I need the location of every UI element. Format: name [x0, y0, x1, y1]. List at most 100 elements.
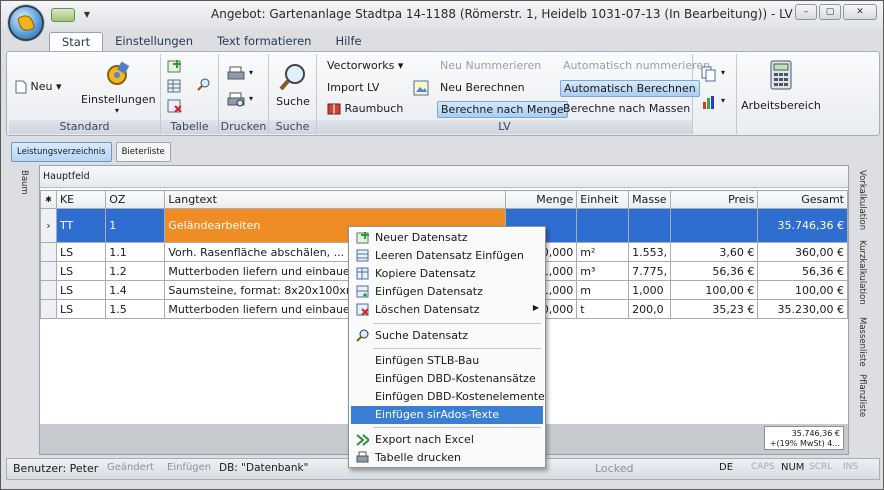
cell-gesamt[interactable]: 56,36 € — [757, 261, 848, 281]
import-lv-button[interactable]: Import LV — [327, 81, 379, 94]
menu-item-suche-datensatz[interactable]: Suche Datensatz — [351, 327, 543, 345]
quick-access-save-icon[interactable] — [51, 8, 75, 22]
cell-einheit[interactable]: m — [576, 280, 630, 300]
cell-gesamt[interactable]: 35.746,36 € — [757, 208, 848, 243]
tab-leistungsverzeichnis[interactable]: Leistungsverzeichnis — [11, 142, 112, 162]
arbeitsbereich-button[interactable]: Arbeitsbereich — [739, 60, 823, 112]
close-button[interactable]: ✕ — [843, 4, 877, 20]
column-header-langtext[interactable]: Langtext — [164, 190, 506, 209]
cell-gesamt[interactable]: 100,00 € — [757, 280, 848, 300]
maximize-button[interactable]: ▢ — [819, 4, 841, 20]
image-import-icon[interactable] — [413, 80, 429, 96]
table-add-icon[interactable] — [167, 58, 183, 74]
tab-text-formatieren[interactable]: Text formatieren — [205, 32, 323, 52]
cell-gesamt[interactable]: 360,00 € — [757, 242, 848, 262]
cell-masse[interactable] — [628, 208, 672, 243]
cell-masse[interactable]: 200,0 — [628, 299, 672, 319]
column-header-masse[interactable]: Masse — [628, 190, 672, 209]
sidebar-tab-pflanzliste[interactable]: Pflanzliste — [857, 374, 867, 417]
column-header-menge[interactable]: Menge — [504, 190, 578, 209]
tab-hilfe[interactable]: Hilfe — [323, 32, 373, 52]
column-header-gesamt[interactable]: Gesamt — [757, 190, 848, 209]
tab-einstellungen[interactable]: Einstellungen — [103, 32, 205, 52]
menu-item-loeschen-datensatz[interactable]: Löschen Datensatz ▶ — [351, 301, 543, 319]
print-dropdown-icon[interactable]: ▾ — [249, 68, 253, 77]
minimize-button[interactable]: – — [795, 4, 817, 20]
menu-item-kopiere-datensatz[interactable]: Kopiere Datensatz — [351, 265, 543, 283]
menu-item-einfuegen-dbd-kostenelemente[interactable]: Einfügen DBD-Kostenelemente — [351, 388, 545, 406]
header-corner[interactable]: ✱ — [40, 190, 57, 209]
row-header[interactable] — [40, 299, 57, 319]
cell-ke[interactable]: LS — [55, 299, 107, 319]
neu-button[interactable]: Neu ▾ — [15, 80, 62, 94]
neu-berechnen-button[interactable]: Neu Berechnen — [440, 81, 525, 94]
menu-item-einfuegen-dbd-kostenansaetze[interactable]: Einfügen DBD-Kostenansätze — [351, 370, 543, 388]
cell-preis[interactable] — [670, 208, 759, 243]
table-search-icon[interactable] — [197, 78, 211, 92]
application-menu-button[interactable] — [8, 5, 44, 41]
color-chart-icon[interactable] — [701, 94, 717, 110]
einstellungen-button[interactable]: Einstellungen ▾ — [81, 60, 156, 115]
sidebar-tab-vorkalkulation[interactable]: Vorkalkulation — [857, 170, 867, 230]
menu-item-tabelle-drucken[interactable]: Tabelle drucken — [351, 449, 543, 467]
cell-oz[interactable]: 1.5 — [105, 299, 166, 319]
sidebar-tab-baum[interactable]: Baum — [19, 170, 29, 195]
menu-item-export-nach-excel[interactable]: Export nach Excel — [351, 431, 543, 449]
cell-einheit[interactable]: t — [576, 299, 630, 319]
table-copy-icon[interactable] — [167, 78, 183, 94]
cell-ke[interactable]: LS — [55, 261, 107, 281]
quick-access-dropdown-icon[interactable]: ▼ — [80, 9, 94, 21]
cell-masse[interactable]: 7.775, — [628, 261, 672, 281]
row-header[interactable] — [40, 261, 57, 281]
cell-einheit[interactable] — [576, 208, 630, 243]
format-copy-dropdown-icon[interactable]: ▾ — [721, 68, 725, 77]
column-header-einheit[interactable]: Einheit — [576, 190, 630, 209]
sidebar-tab-massenliste[interactable]: Massenliste — [857, 317, 867, 367]
berechne-nach-massen-button[interactable]: Berechne nach Massen — [563, 102, 690, 115]
automatisch-berechnen-button[interactable]: Automatisch Berechnen — [560, 80, 700, 97]
suche-button[interactable]: Suche — [271, 62, 315, 108]
cell-oz[interactable]: 1.4 — [105, 280, 166, 300]
menu-item-label: Export nach Excel — [375, 433, 474, 446]
format-copy-icon[interactable] — [701, 66, 717, 82]
cell-masse[interactable]: 1.553, — [628, 242, 672, 262]
row-header[interactable] — [40, 280, 57, 300]
table-delete-icon[interactable] — [167, 98, 183, 114]
menu-item-einfuegen-datensatz[interactable]: Einfügen Datensatz — [351, 283, 543, 301]
automatisch-nummerieren-button[interactable]: Automatisch nummerieren — [563, 59, 710, 72]
tab-bieterliste[interactable]: Bieterliste — [115, 142, 171, 162]
menu-item-einfuegen-stlb-bau[interactable]: Einfügen STLB-Bau — [351, 352, 543, 370]
cell-oz[interactable]: 1 — [105, 208, 166, 243]
row-header[interactable] — [40, 242, 57, 262]
neu-nummerieren-button[interactable]: Neu Nummerieren — [440, 59, 541, 72]
cell-ke[interactable]: TT — [55, 208, 107, 243]
vectorworks-button[interactable]: Vectorworks ▾ — [327, 59, 403, 72]
column-header-oz[interactable]: OZ — [105, 190, 166, 209]
cell-oz[interactable]: 1.1 — [105, 242, 166, 262]
raumbuch-button[interactable]: Raumbuch — [327, 102, 403, 115]
cell-masse[interactable]: 1,000 — [628, 280, 672, 300]
menu-item-leeren-datensatz-einfuegen[interactable]: Leeren Datensatz Einfügen — [351, 247, 543, 265]
sidebar-tab-kurzkalkulation[interactable]: Kurzkalkulation — [857, 240, 867, 305]
preview-dropdown-icon[interactable]: ▾ — [249, 94, 253, 103]
menu-item-einfuegen-sirados-texte[interactable]: Einfügen sirAdos-Texte — [351, 406, 543, 424]
cell-ke[interactable]: LS — [55, 242, 107, 262]
cell-oz[interactable]: 1.2 — [105, 261, 166, 281]
column-header-preis[interactable]: Preis — [670, 190, 759, 209]
print-preview-icon[interactable] — [227, 92, 245, 108]
cell-ke[interactable]: LS — [55, 280, 107, 300]
cell-einheit[interactable]: m² — [576, 242, 630, 262]
cell-preis[interactable]: 56,36 € — [670, 261, 759, 281]
cell-preis[interactable]: 35,23 € — [670, 299, 759, 319]
cell-gesamt[interactable]: 35.230,00 € — [757, 299, 848, 319]
cell-preis[interactable]: 100,00 € — [670, 280, 759, 300]
row-indicator-icon[interactable]: › — [40, 208, 57, 243]
cell-preis[interactable]: 3,60 € — [670, 242, 759, 262]
column-header-ke[interactable]: KE — [55, 190, 107, 209]
tab-start[interactable]: Start — [49, 32, 104, 52]
color-chart-dropdown-icon[interactable]: ▾ — [721, 96, 725, 105]
menu-item-neuer-datensatz[interactable]: Neuer Datensatz — [351, 229, 543, 247]
print-icon[interactable] — [227, 66, 245, 82]
berechne-nach-menge-button[interactable]: Berechne nach Menge — [437, 101, 568, 118]
cell-einheit[interactable]: m³ — [576, 261, 630, 281]
